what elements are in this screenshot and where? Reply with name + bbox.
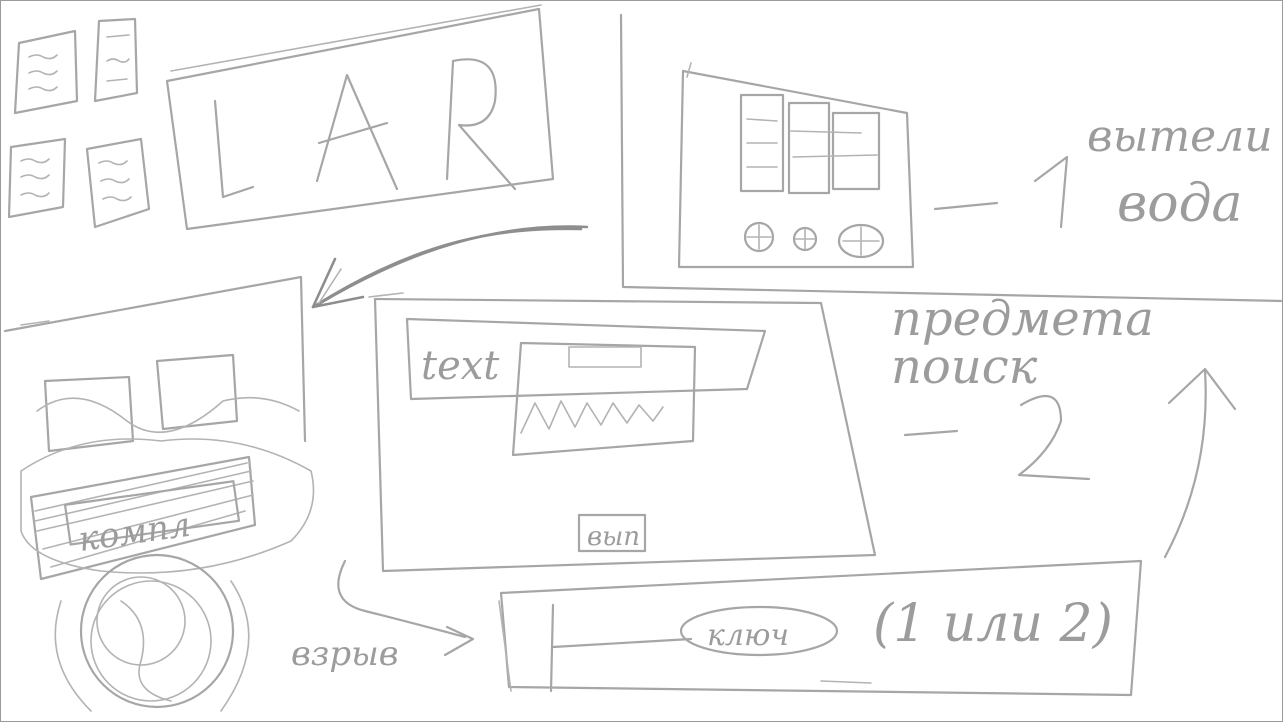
left-panel: компл [3, 275, 315, 712]
panel-label: компл [76, 505, 193, 560]
form-panel: text вып [368, 292, 877, 573]
annotation-label-1: вытели [1087, 111, 1273, 162]
sketch-drawing: вытели вода компл text вып предмета поис… [3, 4, 1283, 712]
form-button-label: вып [587, 522, 640, 552]
choice-label: (1 или 2) [873, 594, 1113, 654]
document-icons [7, 17, 151, 229]
device-sketch [677, 62, 915, 269]
search-pill-label: ключ [707, 618, 789, 653]
annotation-label-4: поиск [891, 339, 1038, 395]
form-field-label: text [421, 343, 500, 389]
logo-box [165, 4, 555, 231]
bottom-section: взрыв ключ (1 или 2) [291, 559, 1143, 697]
whiteboard-canvas: вытели вода компл text вып предмета поис… [0, 0, 1283, 722]
document-icon [7, 137, 67, 219]
document-icon [13, 29, 79, 115]
arrow-to-panel [311, 225, 589, 309]
document-icon [85, 137, 151, 229]
arrow-label: взрыв [291, 634, 399, 674]
annotation-label-2: вода [1117, 174, 1243, 234]
document-icon [93, 17, 139, 103]
